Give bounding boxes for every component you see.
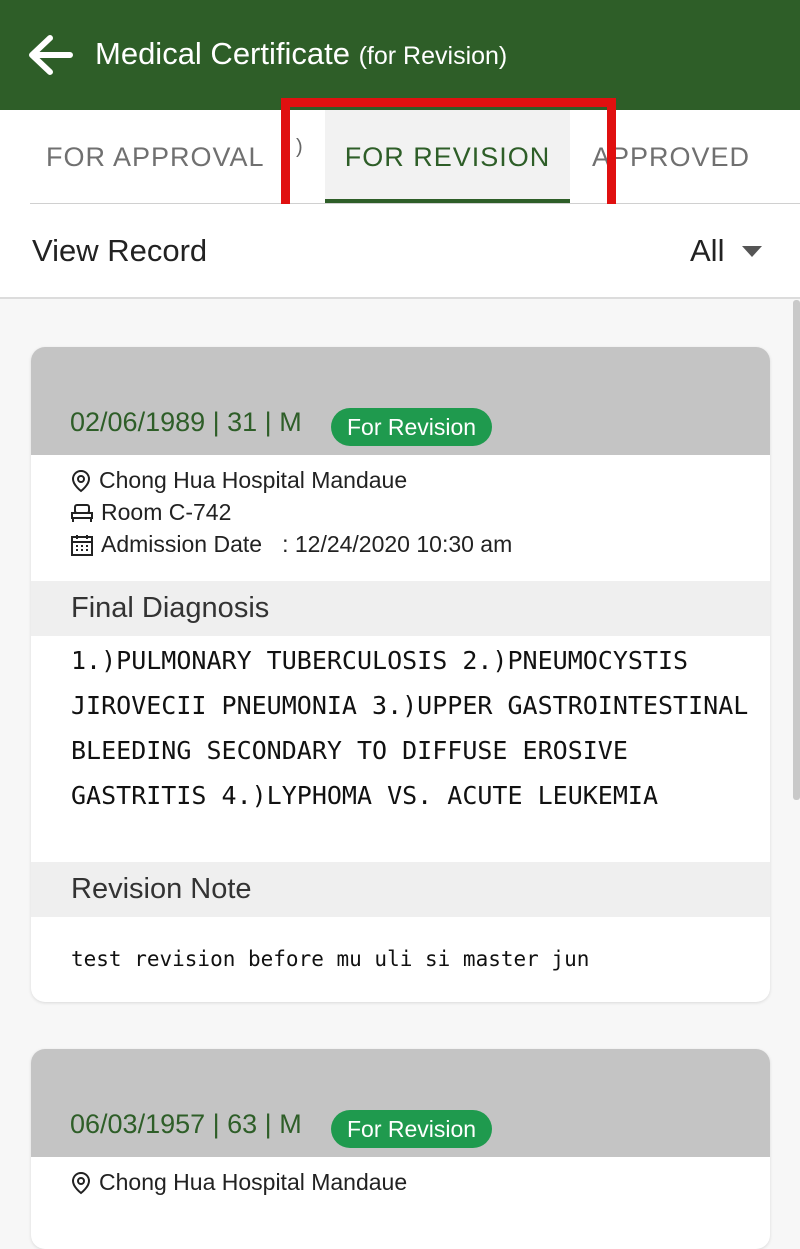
hospital-name: Chong Hua Hospital Mandaue	[99, 467, 408, 493]
record-card-header: 02/06/1989 | 31 | M For Revision	[31, 347, 770, 455]
admission-date: : 12/24/2020 10:30 am	[282, 531, 513, 557]
view-record-label: View Record	[32, 233, 208, 268]
hospital-name: Chong Hua Hospital Mandaue	[99, 1169, 408, 1195]
tab-for-revision[interactable]: FOR REVISION	[325, 110, 570, 204]
tab-for-approval[interactable]: FOR APPROVAL	[30, 110, 290, 204]
page-title-main: Medical Certificate	[95, 36, 350, 71]
caret-down-icon[interactable]	[742, 246, 762, 258]
arrow-left-icon[interactable]	[26, 34, 74, 76]
tab-count-badge: )	[296, 136, 303, 158]
revision-note-heading: Revision Note	[31, 862, 770, 917]
record-card[interactable]: 06/03/1957 | 63 | M For Revision Chong H…	[31, 1049, 770, 1249]
bed-icon	[71, 503, 93, 522]
page-title: Medical Certificate (for Revision)	[95, 36, 507, 72]
filter-bar: View Record All	[0, 204, 800, 299]
admission-label: Admission Date	[101, 531, 263, 557]
calendar-icon	[71, 534, 93, 556]
status-badge: For Revision	[331, 408, 493, 446]
final-diagnosis-heading: Final Diagnosis	[31, 581, 770, 636]
record-card[interactable]: 02/06/1989 | 31 | M For Revision Chong H…	[31, 347, 770, 1002]
tab-approved[interactable]: APPROVED	[588, 110, 778, 204]
revision-note-text: test revision before mu uli si master ju…	[71, 947, 590, 971]
patient-info: 02/06/1989 | 31 | M	[70, 407, 302, 437]
record-card-header: 06/03/1957 | 63 | M For Revision	[31, 1049, 770, 1157]
final-diagnosis-text: 1.)PULMONARY TUBERCULOSIS 2.)PNEUMOCYSTI…	[71, 646, 749, 810]
hospital-row: Chong Hua Hospital Mandaue	[71, 467, 407, 494]
admission-row: Admission Date : 12/24/2020 10:30 am	[71, 531, 512, 558]
map-pin-icon	[71, 1171, 91, 1194]
tab-bar: FOR APPROVAL ) FOR REVISION APPROVED	[0, 110, 800, 204]
map-pin-icon	[71, 469, 91, 492]
patient-info: 06/03/1957 | 63 | M	[70, 1109, 302, 1139]
app-bar: Medical Certificate (for Revision)	[0, 0, 800, 110]
room-row: Room C-742	[71, 499, 231, 526]
room-number: Room C-742	[101, 499, 232, 525]
status-badge: For Revision	[331, 1110, 493, 1148]
scrollbar[interactable]	[793, 300, 800, 800]
hospital-row: Chong Hua Hospital Mandaue	[71, 1169, 407, 1196]
page-title-sub: (for Revision)	[358, 42, 508, 70]
